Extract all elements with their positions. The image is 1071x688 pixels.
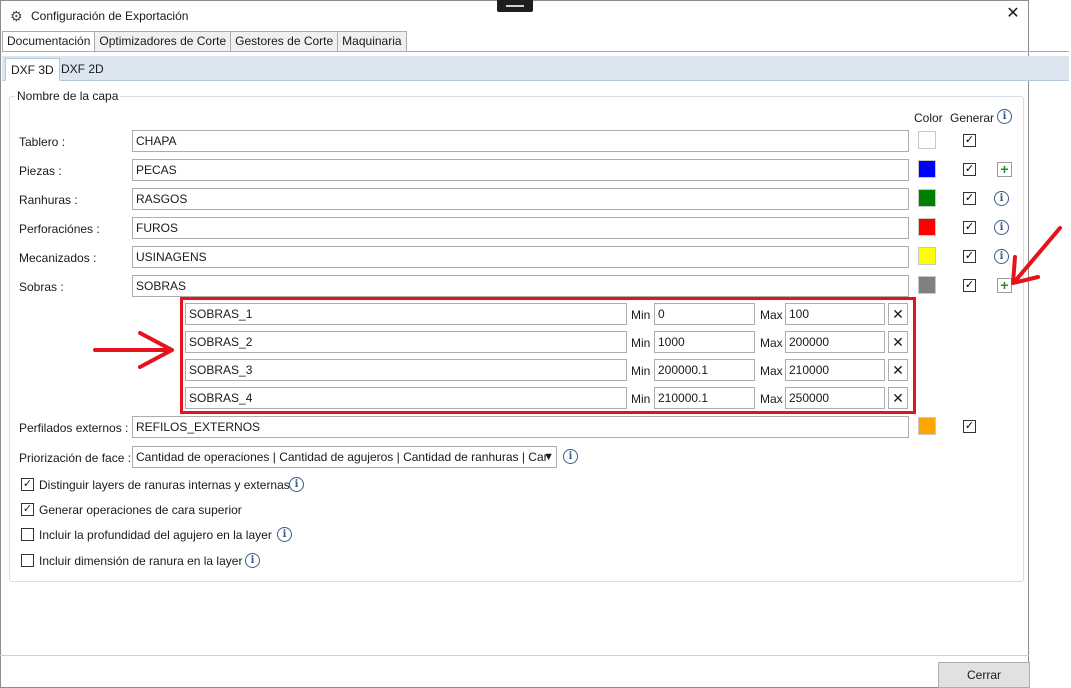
tab-dxf-2d[interactable]: DXF 2D — [56, 58, 109, 81]
info-icon[interactable]: i — [289, 477, 304, 492]
option-label-profundidad: Incluir la profundidad del agujero en la… — [39, 528, 272, 542]
info-icon[interactable]: i — [277, 527, 292, 542]
main-tabs: Documentación Optimizadores de Corte Ges… — [2, 31, 407, 53]
layer-input-perforaciones[interactable]: FUROS — [132, 217, 909, 239]
color-swatch-tablero[interactable] — [918, 131, 936, 149]
tab-dxf-3d[interactable]: DXF 3D — [5, 58, 60, 81]
info-icon[interactable]: i — [994, 249, 1009, 264]
generar-checkbox-piezas[interactable]: ✓ — [963, 163, 976, 176]
tab-gestores[interactable]: Gestores de Corte — [231, 31, 339, 52]
gear-icon: ⚙ — [10, 8, 23, 24]
layer-label-mecanizados: Mecanizados : — [19, 251, 97, 265]
add-sobras-icon[interactable]: + — [997, 278, 1012, 293]
color-swatch-ranhuras[interactable] — [918, 189, 936, 207]
layer-label-tablero: Tablero : — [19, 135, 66, 149]
priorizacion-dropdown[interactable]: Cantidad de operaciones | Cantidad de ag… — [132, 446, 557, 468]
color-swatch-mecanizados[interactable] — [918, 247, 936, 265]
tab-optimizadores[interactable]: Optimizadores de Corte — [95, 31, 232, 52]
layer-input-ranhuras[interactable]: RASGOS — [132, 188, 909, 210]
layer-label-piezas: Piezas : — [19, 164, 62, 178]
tab-documentacion[interactable]: Documentación — [2, 31, 96, 53]
option-checkbox-distinguir[interactable]: ✓ — [21, 478, 34, 491]
color-swatch-perforaciones[interactable] — [918, 218, 936, 236]
color-swatch-piezas[interactable] — [918, 160, 936, 178]
layer-input-piezas[interactable]: PECAS — [132, 159, 909, 181]
color-swatch-sobras[interactable] — [918, 276, 936, 294]
generar-checkbox-tablero[interactable]: ✓ — [963, 134, 976, 147]
generar-checkbox-perfilados[interactable]: ✓ — [963, 420, 976, 433]
snap-handle[interactable] — [497, 0, 533, 12]
option-checkbox-cara-superior[interactable]: ✓ — [21, 503, 34, 516]
generar-checkbox-sobras[interactable]: ✓ — [963, 279, 976, 292]
footer-divider — [0, 655, 1029, 656]
highlight-box — [180, 297, 916, 414]
perfilados-input[interactable]: REFILOS_EXTERNOS — [132, 416, 909, 438]
option-checkbox-dimension[interactable] — [21, 554, 34, 567]
tab-divider — [2, 51, 1069, 52]
color-swatch-perfilados[interactable] — [918, 417, 936, 435]
generar-checkbox-ranhuras[interactable]: ✓ — [963, 192, 976, 205]
option-label-dimension: Incluir dimensión de ranura en la layer — [39, 554, 243, 568]
option-label-cara-superior: Generar operaciones de cara superior — [39, 503, 242, 517]
group-legend: Nombre de la capa — [15, 89, 121, 103]
layer-label-perforaciones: Perforaciónes : — [19, 222, 100, 236]
generar-checkbox-perforaciones[interactable]: ✓ — [963, 221, 976, 234]
layer-input-sobras[interactable]: SOBRAS — [132, 275, 909, 297]
priorizacion-label: Priorización de face : — [19, 451, 132, 465]
tab-maquinaria[interactable]: Maquinaria — [338, 31, 407, 52]
info-icon[interactable]: i — [994, 220, 1009, 235]
chevron-down-icon[interactable]: ▼ — [543, 447, 554, 467]
info-icon[interactable]: i — [994, 191, 1009, 206]
color-header: Color — [914, 111, 943, 125]
layer-input-tablero[interactable]: CHAPA — [132, 130, 909, 152]
layer-input-mecanizados[interactable]: USINAGENS — [132, 246, 909, 268]
layer-label-sobras: Sobras : — [19, 280, 64, 294]
close-icon[interactable]: ✕ — [1004, 5, 1022, 23]
subtab-bar — [2, 56, 1069, 81]
info-icon[interactable]: i — [563, 449, 578, 464]
layer-label-ranhuras: Ranhuras : — [19, 193, 78, 207]
option-label-distinguir: Distinguir layers de ranuras internas y … — [39, 478, 290, 492]
close-button[interactable]: Cerrar — [938, 662, 1030, 688]
priorizacion-value: Cantidad de operaciones | Cantidad de ag… — [136, 450, 548, 464]
window-title: Configuración de Exportación — [31, 9, 189, 23]
generar-checkbox-mecanizados[interactable]: ✓ — [963, 250, 976, 263]
generar-header: Generar — [950, 111, 995, 125]
info-icon[interactable]: i — [245, 553, 260, 568]
perfilados-label: Perfilados externos : — [19, 421, 129, 435]
option-checkbox-profundidad[interactable] — [21, 528, 34, 541]
info-icon[interactable]: i — [997, 109, 1012, 124]
add-icon[interactable]: + — [997, 162, 1012, 177]
